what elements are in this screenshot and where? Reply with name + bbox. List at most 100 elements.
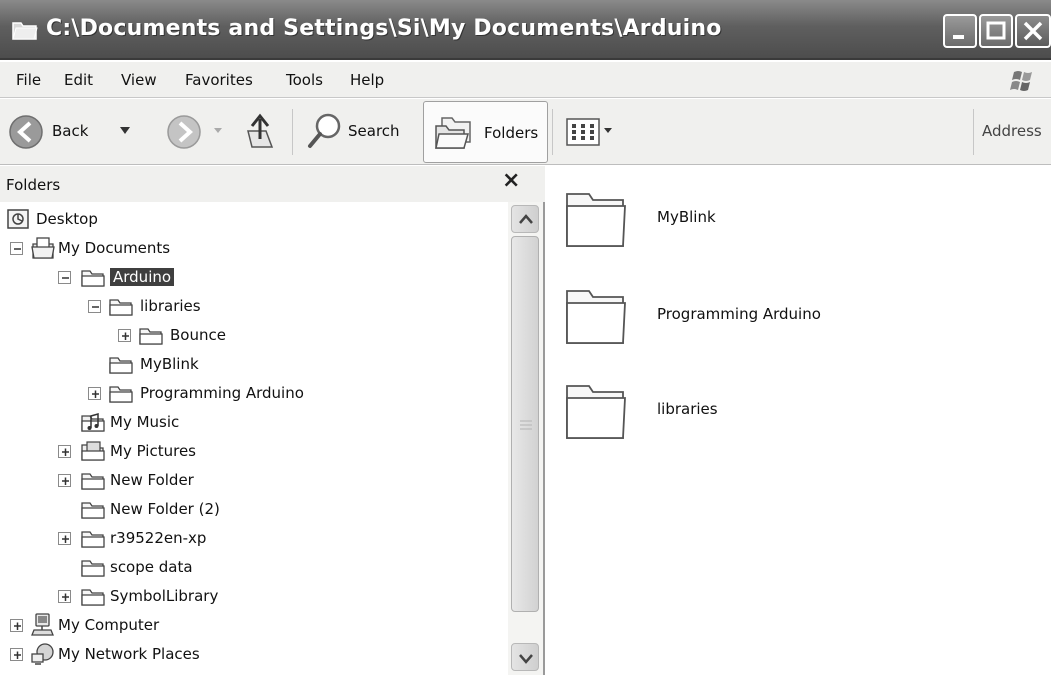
search-label: Search (348, 122, 400, 140)
views-dropdown-icon[interactable] (604, 128, 612, 134)
folder-icon (109, 357, 133, 374)
tree-item-arduino[interactable]: Arduino (0, 263, 500, 292)
tree-item-symbollibrary[interactable]: SymbolLibrary (0, 582, 500, 611)
tree-item-my-pictures[interactable]: My Pictures (0, 437, 500, 466)
plus-icon (62, 535, 69, 543)
expand-toggle[interactable] (58, 590, 71, 603)
tree-item-scope-data[interactable]: scope data (0, 553, 500, 582)
minimize-button[interactable] (943, 14, 977, 48)
tree-item-label: r39522en-xp (110, 529, 207, 547)
toolbar-separator (973, 109, 974, 155)
tree-item-label: My Documents (58, 239, 171, 257)
expand-toggle[interactable] (58, 445, 71, 458)
expand-toggle[interactable] (58, 532, 71, 545)
toolbar: Back Search Folders Address (0, 99, 1051, 165)
forward-dropdown-icon[interactable] (214, 128, 222, 134)
back-arrow-icon (9, 115, 43, 149)
folders-scrollbar[interactable] (508, 202, 543, 675)
menu-favorites[interactable]: Favorites (185, 71, 253, 89)
folders-pane-title: Folders (6, 176, 61, 194)
views-icon (566, 118, 600, 146)
tree-item-label: Bounce (170, 326, 226, 344)
plus-icon (14, 651, 21, 659)
folder-icon (139, 328, 163, 345)
back-dropdown-icon[interactable] (120, 127, 130, 135)
window-title: C:\Documents and Settings\Si\My Document… (46, 16, 722, 41)
close-button[interactable] (1015, 14, 1051, 48)
folders-pane: Folders × Desktop My Documents Arduino l… (0, 166, 545, 675)
folders-button[interactable]: Folders (423, 101, 548, 163)
content-item-label: Programming Arduino (657, 305, 821, 323)
up-button[interactable] (236, 99, 286, 165)
collapse-toggle[interactable] (58, 271, 71, 284)
plus-icon (62, 448, 69, 456)
scroll-down-button[interactable] (511, 643, 539, 671)
minus-icon (62, 277, 69, 279)
tree-item-label: scope data (110, 558, 193, 576)
content-item-programming-arduino[interactable]: Programming Arduino (563, 281, 923, 353)
tree-item-my-network-places[interactable]: My Network Places (0, 640, 500, 669)
menu-bar: File Edit View Favorites Tools Help (0, 62, 1051, 98)
tree-item-bounce[interactable]: Bounce (0, 321, 500, 350)
tree-item-new-folder-2[interactable]: New Folder (2) (0, 495, 500, 524)
explorer-window: C:\Documents and Settings\Si\My Document… (0, 0, 1051, 675)
menu-help[interactable]: Help (350, 71, 384, 89)
forward-arrow-icon (167, 115, 201, 149)
tree-item-myblink[interactable]: MyBlink (0, 350, 500, 379)
my-computer-icon (31, 613, 54, 636)
plus-icon (62, 477, 69, 485)
collapse-toggle[interactable] (10, 242, 23, 255)
tree-item-my-music[interactable]: My Music (0, 408, 500, 437)
folder-icon (81, 473, 105, 490)
folder-icon (81, 270, 105, 287)
minus-icon (14, 248, 21, 250)
title-bar[interactable]: C:\Documents and Settings\Si\My Document… (0, 0, 1051, 60)
tree-item-my-computer[interactable]: My Computer (0, 611, 500, 640)
content-item-myblink[interactable]: MyBlink (563, 184, 923, 256)
menu-edit[interactable]: Edit (64, 71, 93, 89)
plus-icon (92, 390, 99, 398)
tree-item-label: My Network Places (58, 645, 200, 663)
expand-toggle[interactable] (118, 329, 131, 342)
expand-toggle[interactable] (88, 387, 101, 400)
chevron-down-icon (519, 654, 533, 664)
tree-item-label: My Computer (58, 616, 160, 634)
folder-icon (81, 589, 105, 606)
tree-item-libraries[interactable]: libraries (0, 292, 500, 321)
scroll-thumb[interactable] (511, 236, 539, 612)
plus-icon (62, 593, 69, 601)
desktop-icon (7, 209, 29, 229)
tree-item-my-documents[interactable]: My Documents (0, 234, 500, 263)
music-folder-icon (81, 413, 105, 432)
menu-view[interactable]: View (121, 71, 157, 89)
folders-label: Folders (484, 124, 539, 142)
expand-toggle[interactable] (10, 648, 23, 661)
scroll-up-button[interactable] (511, 205, 539, 233)
folders-pane-close-button[interactable]: × (502, 168, 520, 193)
tree-item-label: Programming Arduino (140, 384, 304, 402)
back-button[interactable]: Back (6, 99, 142, 165)
content-pane: MyBlink Programming Arduino libraries (547, 166, 1051, 675)
tree-item-label: Desktop (36, 210, 98, 228)
menu-tools[interactable]: Tools (286, 71, 323, 89)
menu-file[interactable]: File (16, 71, 41, 89)
expand-toggle[interactable] (10, 619, 23, 632)
content-item-label: MyBlink (657, 208, 716, 226)
tree-item-label: SymbolLibrary (110, 587, 219, 605)
content-item-libraries[interactable]: libraries (563, 376, 923, 448)
pictures-folder-icon (81, 441, 105, 461)
folder-icon (566, 385, 626, 439)
tree-item-r39522en-xp[interactable]: r39522en-xp (0, 524, 500, 553)
tree-item-desktop[interactable]: Desktop (0, 205, 500, 234)
expand-toggle[interactable] (58, 474, 71, 487)
maximize-button[interactable] (979, 14, 1013, 48)
network-places-icon (31, 643, 54, 665)
search-button[interactable]: Search (300, 99, 414, 165)
forward-button[interactable] (158, 99, 228, 165)
views-button[interactable] (562, 99, 626, 165)
tree-item-new-folder[interactable]: New Folder (0, 466, 500, 495)
tree-item-label: My Pictures (110, 442, 196, 460)
collapse-toggle[interactable] (88, 300, 101, 313)
my-documents-icon (31, 237, 55, 259)
tree-item-programming-arduino[interactable]: Programming Arduino (0, 379, 500, 408)
